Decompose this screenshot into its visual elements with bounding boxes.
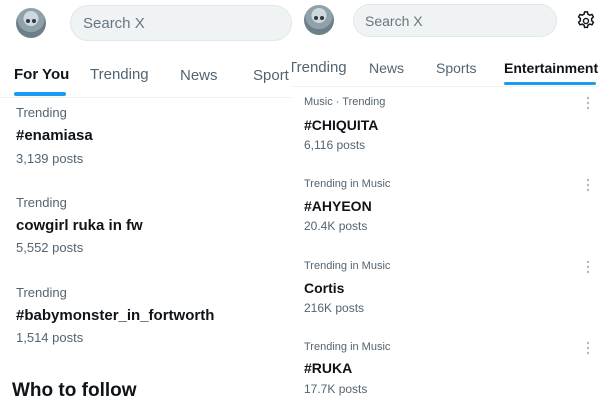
trend-context: Trending (16, 285, 67, 300)
more-dots-icon[interactable] (585, 341, 591, 355)
tab-divider (292, 86, 600, 87)
trend-name: cowgirl ruka in fw (16, 217, 143, 234)
trend-context: Trending in Music (304, 178, 391, 190)
tab-trending[interactable]: Trending (292, 59, 347, 76)
avatar[interactable] (304, 5, 334, 35)
trend-context: Trending in Music (304, 260, 391, 272)
more-dots-icon[interactable] (585, 96, 591, 110)
explore-panel-left: For You Trending News Sport Trending #en… (0, 0, 296, 404)
tab-sport[interactable]: Sport (253, 67, 289, 84)
search-input[interactable] (365, 12, 556, 29)
active-tab-indicator (504, 82, 596, 85)
trend-post-count: 6,116 posts (304, 138, 366, 152)
tab-trending[interactable]: Trending (90, 66, 149, 83)
tab-sports[interactable]: Sports (436, 60, 476, 76)
search-bar[interactable] (70, 5, 292, 41)
explore-panel-right: Trending News Sports Entertainment Music… (292, 0, 600, 404)
trend-name: #babymonster_in_fortworth (16, 307, 215, 324)
tab-news[interactable]: News (369, 60, 404, 76)
search-bar[interactable] (353, 4, 557, 37)
tab-divider (0, 97, 296, 98)
who-to-follow-heading: Who to follow (12, 380, 137, 401)
trend-post-count: 17.7K posts (304, 382, 368, 396)
trend-post-count: 20.4K posts (304, 219, 368, 233)
trend-context: Trending (16, 105, 67, 120)
trend-name: #enamiasa (16, 127, 93, 144)
more-dots-icon[interactable] (585, 260, 591, 274)
trend-name: #RUKA (304, 360, 353, 376)
active-tab-indicator (14, 92, 66, 96)
gear-icon[interactable] (575, 10, 597, 32)
tab-news[interactable]: News (180, 67, 218, 84)
trend-post-count: 216K posts (304, 301, 365, 315)
trend-post-count: 5,552 posts (16, 240, 84, 255)
trend-post-count: 3,139 posts (16, 151, 84, 166)
trend-context: Trending in Music (304, 341, 391, 353)
trend-post-count: 1,514 posts (16, 330, 84, 345)
trend-context: Trending (16, 195, 67, 210)
trend-name: Cortis (304, 280, 345, 296)
trend-context: Music · Trending (304, 96, 386, 108)
tab-for-you[interactable]: For You (14, 66, 69, 83)
tab-entertainment[interactable]: Entertainment (504, 60, 598, 76)
search-input[interactable] (83, 14, 291, 32)
avatar[interactable] (16, 8, 46, 38)
trend-name: #CHIQUITA (304, 117, 379, 133)
trend-name: #AHYEON (304, 198, 372, 214)
more-dots-icon[interactable] (585, 178, 591, 192)
